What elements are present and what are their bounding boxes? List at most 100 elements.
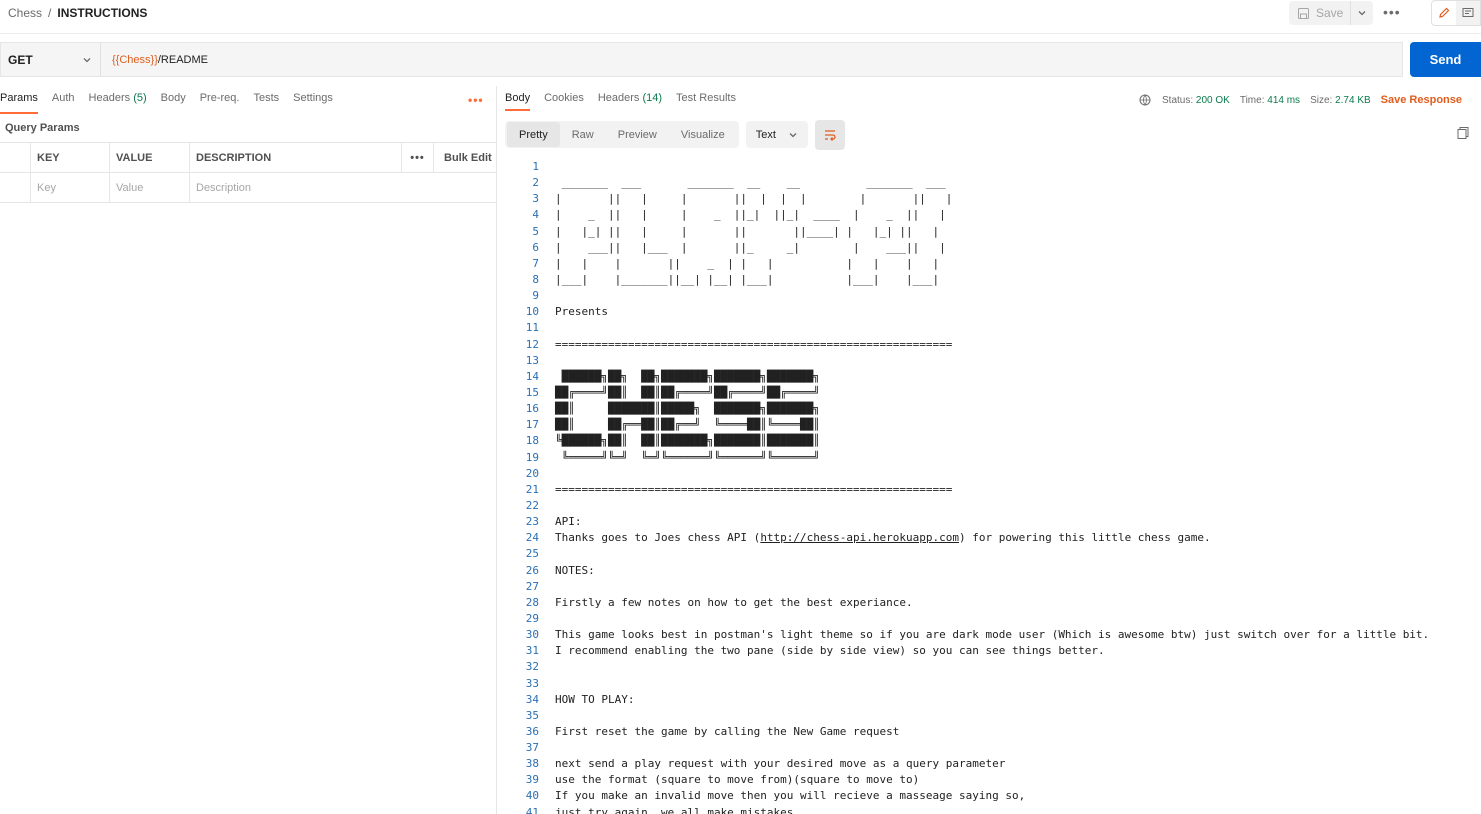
tab-label: Tests bbox=[253, 92, 280, 104]
code-line: 23 API: bbox=[505, 514, 1481, 530]
line-text bbox=[539, 159, 555, 175]
breadcrumb-request-name[interactable]: INSTRUCTIONS bbox=[57, 6, 147, 20]
code-line: 16 ██║ ███████║█████╗ ███████╗███████╗ bbox=[505, 401, 1481, 417]
globe-icon[interactable] bbox=[1138, 93, 1152, 107]
value-column-header: VALUE bbox=[110, 143, 190, 172]
code-line: 27 bbox=[505, 579, 1481, 595]
tab-tests[interactable]: Tests bbox=[253, 92, 279, 114]
line-text bbox=[539, 546, 555, 562]
line-text: API: bbox=[555, 515, 582, 529]
method-select[interactable]: GET bbox=[1, 43, 101, 76]
line-text: HOW TO PLAY: bbox=[555, 692, 635, 706]
api-link[interactable]: http://chess-api.herokuapp.com bbox=[760, 531, 959, 544]
line-number: 33 bbox=[525, 676, 539, 690]
code-line: 36 First reset the game by calling the Ne… bbox=[505, 724, 1481, 740]
code-line: 28 Firstly a few notes on how to get the … bbox=[505, 595, 1481, 611]
more-actions-button[interactable]: ••• bbox=[1383, 4, 1401, 20]
response-tab-body[interactable]: Body bbox=[505, 92, 531, 111]
view-mode-visualize[interactable]: Visualize bbox=[669, 122, 737, 147]
tab-body[interactable]: Body bbox=[161, 92, 186, 114]
code-line: 31 I recommend enabling the two pane (sid… bbox=[505, 643, 1481, 659]
line-number: 38 bbox=[525, 757, 539, 771]
save-button[interactable]: Save bbox=[1289, 1, 1351, 25]
line-text bbox=[539, 740, 555, 756]
view-mode-preview[interactable]: Preview bbox=[606, 122, 669, 147]
size-meta[interactable]: Size: 2.74 KB bbox=[1310, 95, 1371, 106]
line-text: ╚██████╗██║ ██║███████╗███████║███████║ bbox=[555, 434, 820, 448]
status-value: 200 OK bbox=[1195, 94, 1230, 106]
line-number: 30 bbox=[525, 628, 539, 642]
row-checkbox[interactable] bbox=[0, 173, 31, 202]
request-tabs-more-button[interactable]: ••• bbox=[468, 93, 484, 107]
tab-headers[interactable]: Headers (5) bbox=[89, 92, 147, 114]
chevron-down-icon bbox=[1358, 11, 1366, 16]
line-text: | ___|| |___ | ||_ _| | ___|| | bbox=[555, 240, 946, 254]
chevron-down-icon bbox=[83, 57, 91, 62]
breadcrumb-collection[interactable]: Chess bbox=[8, 6, 42, 20]
code-line: 40 If you make an invalid move then you w… bbox=[505, 788, 1481, 804]
tab-label: Pre-req. bbox=[199, 92, 240, 104]
line-text: First reset the game by calling the New … bbox=[555, 724, 900, 738]
line-text bbox=[539, 579, 555, 595]
save-options-button[interactable] bbox=[1351, 1, 1373, 25]
tab-label: Cookies bbox=[544, 92, 584, 104]
line-number: 14 bbox=[525, 369, 539, 383]
bulk-edit-button[interactable]: Bulk Edit bbox=[434, 143, 492, 172]
line-number: 17 bbox=[525, 418, 539, 432]
code-line: 6 | ___|| |___ | ||_ _| | ___|| | bbox=[505, 240, 1481, 256]
view-mode-raw[interactable]: Raw bbox=[560, 122, 606, 147]
line-number: 5 bbox=[532, 224, 539, 238]
tab-pre-req[interactable]: Pre-req. bbox=[200, 92, 240, 114]
column-options-button[interactable]: ••• bbox=[402, 143, 434, 172]
line-text bbox=[539, 288, 555, 304]
line-text bbox=[539, 498, 555, 514]
format-select[interactable]: Text bbox=[745, 121, 808, 148]
line-number: 37 bbox=[525, 741, 539, 755]
code-line: 19 ╚═════╝╚═╝ ╚═╝╚══════╝╚══════╝╚══════… bbox=[505, 450, 1481, 466]
comments-button[interactable] bbox=[1456, 1, 1480, 25]
tab-params[interactable]: Params bbox=[0, 92, 38, 114]
save-response-button[interactable]: Save Response bbox=[1381, 94, 1462, 106]
code-line: 4 | _ || | | _ ||_| ||_| ____ | _ || | bbox=[505, 207, 1481, 223]
code-line: 10 Presents bbox=[505, 304, 1481, 320]
breadcrumb: Chess / INSTRUCTIONS bbox=[8, 6, 147, 20]
code-line: 24 Thanks goes to Joes chess API (http://… bbox=[505, 530, 1481, 546]
line-text: ╚═════╝╚═╝ ╚═╝╚══════╝╚══════╝╚══════╝ bbox=[555, 450, 820, 464]
save-label: Save bbox=[1316, 6, 1344, 20]
documentation-button[interactable] bbox=[1432, 1, 1456, 25]
line-text: Thanks goes to Joes chess API (http://ch… bbox=[555, 531, 1211, 545]
code-line: 20 bbox=[505, 466, 1481, 482]
response-tab-test-results[interactable]: Test Results bbox=[676, 92, 736, 111]
response-tab-headers[interactable]: Headers (14) bbox=[598, 92, 662, 111]
tab-settings[interactable]: Settings bbox=[293, 92, 333, 114]
line-number: 8 bbox=[532, 272, 539, 286]
send-button[interactable]: Send bbox=[1410, 42, 1481, 77]
key-input[interactable]: Key bbox=[31, 173, 110, 202]
chevron-down-icon bbox=[789, 132, 797, 137]
description-input[interactable]: Description bbox=[190, 173, 402, 202]
response-body-viewer[interactable]: 12 _______ ___ _______ __ __ _______ ___… bbox=[505, 159, 1481, 814]
line-text: This game looks best in postman's light … bbox=[555, 628, 1430, 642]
line-number: 19 bbox=[525, 450, 539, 464]
code-line: 8 |___| |_______||__| |__| |___| |___| |_… bbox=[505, 272, 1481, 288]
tab-label: Params bbox=[0, 92, 38, 104]
line-text: Presents bbox=[555, 305, 608, 319]
copy-icon[interactable] bbox=[1456, 126, 1470, 140]
response-tab-cookies[interactable]: Cookies bbox=[544, 92, 584, 111]
code-line: 21 ======================================… bbox=[505, 482, 1481, 498]
code-line: 15 ██╔════╝██║ ██║██╔════╝██╔════╝██╔════… bbox=[505, 385, 1481, 401]
value-input[interactable]: Value bbox=[110, 173, 190, 202]
line-number: 29 bbox=[525, 611, 539, 625]
status-label: Status: bbox=[1162, 94, 1194, 106]
time-meta[interactable]: Time: 414 ms bbox=[1240, 95, 1300, 106]
line-number: 25 bbox=[525, 547, 539, 561]
status-meta[interactable]: Status: 200 OK bbox=[1162, 95, 1230, 106]
view-mode-pretty[interactable]: Pretty bbox=[507, 122, 560, 147]
tab-auth[interactable]: Auth bbox=[52, 92, 75, 114]
wrap-lines-button[interactable] bbox=[814, 120, 845, 150]
url-input[interactable]: {{Chess}}/README bbox=[101, 54, 208, 66]
top-bar: Chess / INSTRUCTIONS Save ••• bbox=[0, 0, 1481, 34]
query-params-table: KEY VALUE DESCRIPTION ••• Bulk Edit Key … bbox=[0, 142, 497, 203]
table-header-row: KEY VALUE DESCRIPTION ••• Bulk Edit bbox=[0, 143, 497, 173]
code-line: 17 ██║ ██╔══██║██╔══╝ ╚════██║╚════██║ bbox=[505, 417, 1481, 433]
